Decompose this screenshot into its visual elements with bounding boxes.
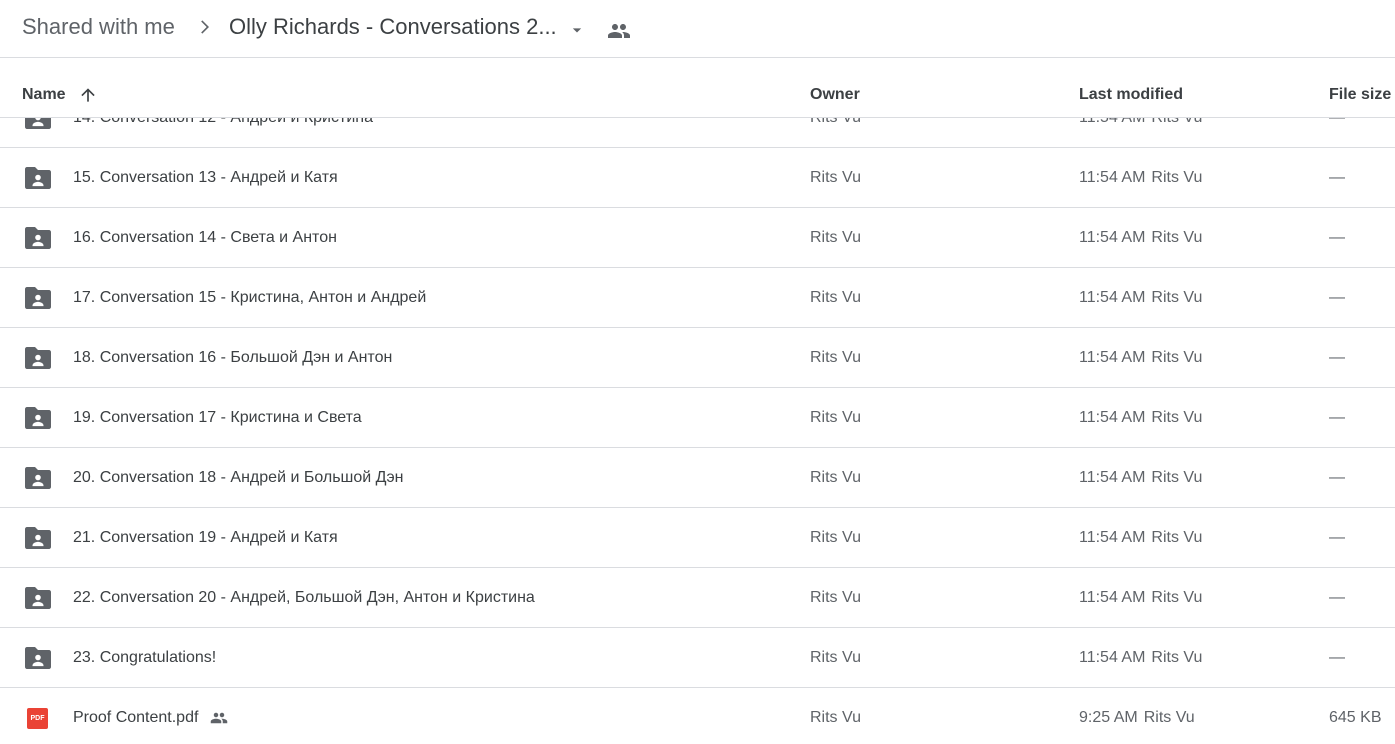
file-last-modified: 11:54 AM Rits Vu [1079,588,1202,608]
file-row[interactable]: PDF Proof Content.pdf Rits Vu 9:25 AM Rit… [0,688,1395,744]
file-last-modified: 11:54 AM Rits Vu [1079,288,1202,308]
file-owner: Rits Vu [810,529,861,546]
pdf-icon: PDF [27,708,48,729]
shared-folder-icon [25,587,51,609]
modified-by: Rits Vu [1151,469,1203,486]
file-last-modified: 11:54 AM Rits Vu [1079,528,1202,548]
arrow-drop-down-icon[interactable] [567,20,587,40]
file-last-modified: 11:54 AM Rits Vu [1079,348,1202,368]
file-owner: Rits Vu [810,349,861,366]
modified-by: Rits Vu [1151,649,1203,666]
modified-by: Rits Vu [1151,229,1203,246]
file-row[interactable]: 18. Conversation 16 - Большой Дэн и Анто… [0,328,1395,388]
file-name: 21. Conversation 19 - Андрей и Катя [73,529,338,546]
modified-by: Rits Vu [1151,349,1203,366]
modified-by: Rits Vu [1151,409,1203,426]
file-row[interactable]: 16. Conversation 14 - Света и Антон Rits… [0,208,1395,268]
file-row[interactable]: 17. Conversation 15 - Кристина, Антон и … [0,268,1395,328]
modified-time: 11:54 AM [1079,349,1146,366]
file-last-modified: 11:54 AM Rits Vu [1079,408,1202,428]
modified-by: Rits Vu [1143,709,1195,726]
file-owner: Rits Vu [810,409,861,426]
modified-time: 11:54 AM [1079,649,1146,666]
file-owner: Rits Vu [810,289,861,306]
modified-by: Rits Vu [1151,169,1203,186]
file-size: — [1329,589,1345,606]
file-owner: Rits Vu [810,169,861,186]
file-name: 20. Conversation 18 - Андрей и Большой Д… [73,469,404,486]
file-row[interactable]: 19. Conversation 17 - Кристина и Света R… [0,388,1395,448]
file-name: 22. Conversation 20 - Андрей, Большой Дэ… [73,589,535,606]
file-owner: Rits Vu [810,229,861,246]
arrow-up-icon[interactable] [78,85,98,105]
modified-time: 11:54 AM [1079,409,1146,426]
file-size: — [1329,529,1345,546]
shared-folder-icon [25,227,51,249]
modified-by: Rits Vu [1151,589,1203,606]
file-last-modified: 11:54 AM Rits Vu [1079,648,1202,668]
file-name: 19. Conversation 17 - Кристина и Света [73,409,362,426]
modified-time: 9:25 AM [1079,709,1138,726]
file-name: 15. Conversation 13 - Андрей и Катя [73,169,338,186]
file-name: 18. Conversation 16 - Большой Дэн и Анто… [73,349,393,366]
drive-file-list-page: Shared with me Olly Richards - Conversat… [0,0,1395,744]
file-owner: Rits Vu [810,709,861,726]
modified-time: 11:54 AM [1079,229,1146,246]
file-name: 17. Conversation 15 - Кристина, Антон и … [73,289,427,306]
shared-folder-icon [25,287,51,309]
shared-folder-icon [25,527,51,549]
file-name: Proof Content.pdf [73,709,199,726]
file-owner: Rits Vu [810,589,861,606]
file-owner: Rits Vu [810,469,861,486]
column-header-name[interactable]: Name [22,86,66,104]
column-header-last-modified[interactable]: Last modified [1079,86,1183,104]
shared-folder-icon [25,647,51,669]
file-row[interactable]: 22. Conversation 20 - Андрей, Большой Дэ… [0,568,1395,628]
file-last-modified: 9:25 AM Rits Vu [1079,708,1195,728]
shared-folder-icon [25,167,51,189]
modified-time: 11:54 AM [1079,589,1146,606]
file-last-modified: 11:54 AM Rits Vu [1079,228,1202,248]
breadcrumb-current-folder[interactable]: Olly Richards - Conversations 2... [229,13,557,41]
shared-folder-icon [25,467,51,489]
modified-by: Rits Vu [1151,529,1203,546]
file-size: 645 KB [1329,709,1382,726]
file-size: — [1329,289,1345,306]
file-list: 14. Conversation 12 - Андрей и Кристина … [0,58,1395,744]
shared-folder-icon [25,407,51,429]
file-row[interactable]: 15. Conversation 13 - Андрей и Катя Rits… [0,148,1395,208]
column-header-owner[interactable]: Owner [810,86,860,104]
people-icon[interactable] [607,19,631,43]
shared-folder-icon [25,347,51,369]
breadcrumb: Shared with me Olly Richards - Conversat… [0,0,1395,58]
file-size: — [1329,409,1345,426]
file-last-modified: 11:54 AM Rits Vu [1079,468,1202,488]
modified-time: 11:54 AM [1079,469,1146,486]
modified-time: 11:54 AM [1079,529,1146,546]
file-row[interactable]: 21. Conversation 19 - Андрей и Катя Rits… [0,508,1395,568]
file-size: — [1329,169,1345,186]
file-name: 23. Congratulations! [73,649,217,666]
column-header: Name Owner Last modified File size [0,59,1395,118]
file-row[interactable]: 23. Congratulations! Rits Vu 11:54 AM Rit… [0,628,1395,688]
breadcrumb-shared-with-me[interactable]: Shared with me [22,13,175,41]
file-size: — [1329,469,1345,486]
file-owner: Rits Vu [810,649,861,666]
modified-by: Rits Vu [1151,289,1203,306]
file-size: — [1329,349,1345,366]
file-size: — [1329,229,1345,246]
people-icon [210,712,228,724]
file-row[interactable]: 20. Conversation 18 - Андрей и Большой Д… [0,448,1395,508]
chevron-right-icon [201,20,209,34]
file-name: 16. Conversation 14 - Света и Антон [73,229,337,246]
column-header-file-size[interactable]: File size [1329,86,1391,104]
modified-time: 11:54 AM [1079,169,1146,186]
file-last-modified: 11:54 AM Rits Vu [1079,168,1202,188]
file-size: — [1329,649,1345,666]
modified-time: 11:54 AM [1079,289,1146,306]
